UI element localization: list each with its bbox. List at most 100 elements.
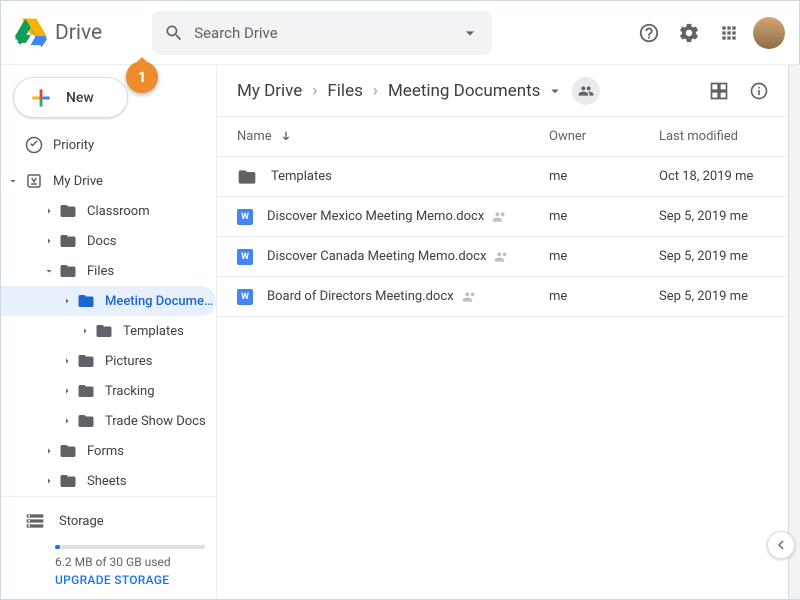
folder-icon xyxy=(77,292,95,310)
col-name-header[interactable]: Name xyxy=(237,129,549,145)
file-owner: me xyxy=(549,249,659,264)
side-panel-toggle[interactable] xyxy=(767,531,795,559)
file-owner: me xyxy=(549,209,659,224)
chevron-right-icon xyxy=(61,295,73,307)
help-button[interactable] xyxy=(629,13,669,53)
new-button-label: New xyxy=(66,90,94,106)
main-panel: My Drive › Files › Meeting Documents Nam… xyxy=(216,65,799,599)
drive-logo-icon xyxy=(15,17,47,49)
nav-mydrive[interactable]: My Drive xyxy=(1,166,216,196)
storage-section: Storage 6.2 MB of 30 GB used UPGRADE STO… xyxy=(1,496,216,599)
search-bar[interactable]: Search Drive xyxy=(152,11,492,55)
tree-item[interactable]: Forms xyxy=(1,436,216,466)
shared-badge[interactable] xyxy=(572,77,600,105)
word-doc-icon: W xyxy=(237,209,253,225)
folder-icon xyxy=(59,202,77,220)
chevron-right-icon xyxy=(43,475,55,487)
new-button[interactable]: New xyxy=(13,77,128,118)
tree-item[interactable]: Sheets xyxy=(1,466,216,496)
file-modified: Oct 18, 2019 me xyxy=(659,169,779,184)
chevron-right-icon xyxy=(43,445,55,457)
word-doc-icon: W xyxy=(237,289,253,305)
file-row[interactable]: W Discover Mexico Meeting Memo.docx meSep … xyxy=(217,197,799,237)
file-row[interactable]: WDiscover Canada Meeting Memo.docxmeSep … xyxy=(217,237,799,277)
file-modified: Sep 5, 2019 me xyxy=(659,289,779,304)
user-avatar[interactable] xyxy=(753,17,785,49)
apps-button[interactable] xyxy=(709,13,749,53)
chevron-right-icon: › xyxy=(373,81,378,101)
drive-icon xyxy=(25,172,43,190)
chevron-down-icon xyxy=(546,82,564,100)
chevron-down-icon xyxy=(7,175,19,187)
file-name: Board of Directors Meeting.docx xyxy=(267,289,454,304)
nav-priority[interactable]: Priority xyxy=(1,130,216,160)
file-modified: Sep 5, 2019 me xyxy=(659,209,779,224)
file-name: Discover Canada Meeting Memo.docx xyxy=(267,249,486,264)
priority-icon xyxy=(25,136,43,154)
shared-icon xyxy=(494,249,510,265)
folder-icon xyxy=(77,352,95,370)
info-icon xyxy=(749,81,769,101)
arrow-down-icon xyxy=(278,129,294,145)
nav-tree: Priority My Drive ClassroomDocsFilesMeet… xyxy=(1,130,216,496)
info-button[interactable] xyxy=(739,71,779,111)
sidebar: New Priority My Drive ClassroomDocsFiles… xyxy=(1,65,216,599)
crumb-mydrive[interactable]: My Drive xyxy=(237,81,302,101)
tree-item[interactable]: Meeting Documen... xyxy=(1,286,216,316)
settings-button[interactable] xyxy=(669,13,709,53)
folder-icon xyxy=(77,412,95,430)
chevron-left-icon xyxy=(773,537,789,553)
table-header: Name Owner Last modified xyxy=(217,117,799,157)
apps-icon xyxy=(719,23,739,43)
breadcrumb: My Drive › Files › Meeting Documents xyxy=(217,65,799,117)
col-modified-header[interactable]: Last modified xyxy=(659,129,779,144)
file-owner: me xyxy=(549,169,659,184)
tree-item[interactable]: Files xyxy=(1,256,216,286)
help-icon xyxy=(638,22,660,44)
search-placeholder: Search Drive xyxy=(194,24,460,42)
header: Drive Search Drive xyxy=(1,1,799,65)
folder-icon xyxy=(59,232,77,250)
file-modified: Sep 5, 2019 me xyxy=(659,249,779,264)
shared-icon xyxy=(492,209,508,225)
chevron-right-icon xyxy=(61,385,73,397)
shared-icon xyxy=(462,289,478,305)
search-dropdown-icon[interactable] xyxy=(460,23,480,43)
folder-icon xyxy=(59,262,77,280)
storage-bar xyxy=(55,545,205,549)
view-grid-button[interactable] xyxy=(699,71,739,111)
tree-item[interactable]: Classroom xyxy=(1,196,216,226)
drive-logo-text: Drive xyxy=(55,21,102,45)
folder-icon xyxy=(237,167,257,187)
gear-icon xyxy=(678,22,700,44)
file-owner: me xyxy=(549,289,659,304)
scrollbar-track[interactable] xyxy=(788,65,800,599)
tree-item[interactable]: Docs xyxy=(1,226,216,256)
folder-icon xyxy=(59,472,77,490)
search-icon xyxy=(164,23,184,43)
file-row[interactable]: W Board of Directors Meeting.docx meSep 5,… xyxy=(217,277,799,317)
tree-item[interactable]: Trade Show Docs xyxy=(1,406,216,436)
chevron-right-icon xyxy=(61,415,73,427)
crumb-current[interactable]: Meeting Documents xyxy=(388,81,565,101)
chevron-right-icon xyxy=(79,325,91,337)
file-name: Templates xyxy=(271,169,332,184)
folder-icon xyxy=(59,442,77,460)
folder-icon xyxy=(95,322,113,340)
tree-item[interactable]: Templates xyxy=(1,316,216,346)
tree-item[interactable]: Pictures xyxy=(1,346,216,376)
storage-usage: 6.2 MB of 30 GB used xyxy=(55,555,216,569)
storage-header[interactable]: Storage xyxy=(25,511,216,531)
tree-item[interactable]: Tracking xyxy=(1,376,216,406)
file-name: Discover Mexico Meeting Memo.docx xyxy=(267,209,484,224)
file-row[interactable]: Templates meOct 18, 2019 me xyxy=(217,157,799,197)
crumb-files[interactable]: Files xyxy=(327,81,362,101)
chevron-down-icon xyxy=(43,265,55,277)
plus-icon xyxy=(28,85,54,111)
drive-logo[interactable]: Drive xyxy=(15,17,102,49)
grid-icon xyxy=(709,81,729,101)
chevron-right-icon: › xyxy=(312,81,317,101)
col-owner-header[interactable]: Owner xyxy=(549,129,659,144)
upgrade-storage-link[interactable]: UPGRADE STORAGE xyxy=(55,573,216,587)
folder-icon xyxy=(77,382,95,400)
